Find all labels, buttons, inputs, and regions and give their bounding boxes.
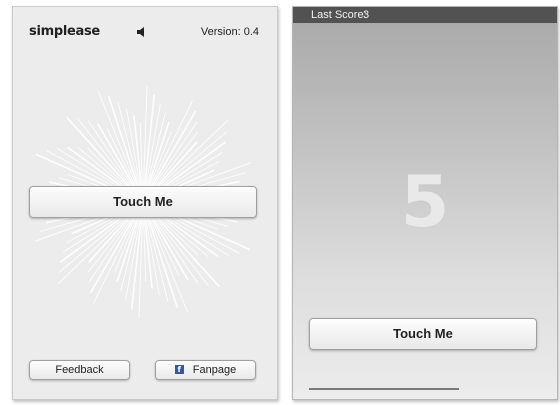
touch-me-label: Touch Me [113, 194, 173, 209]
speaker-icon[interactable] [136, 26, 148, 38]
status-bar: Last Score: 3 [293, 7, 557, 23]
feedback-label: Feedback [55, 364, 104, 376]
fanpage-button[interactable]: f Fanpage [155, 360, 256, 380]
screenshot-canvas: simplease Version: 0.4 Touch Me Feedback… [0, 0, 560, 405]
touch-me-button[interactable]: Touch Me [309, 318, 537, 350]
progress-fill [309, 388, 459, 390]
version-label: Version: 0.4 [200, 26, 259, 38]
fanpage-label: Fanpage [192, 364, 237, 376]
progress-bar [309, 388, 459, 390]
facebook-icon: f [174, 364, 184, 374]
touch-me-label: Touch Me [393, 326, 453, 341]
touch-me-button[interactable]: Touch Me [29, 186, 257, 218]
last-score-value: 3 [363, 9, 370, 21]
countdown-number: 5 [400, 161, 450, 243]
game-screen: Last Score: 3 5 Touch Me [292, 6, 558, 400]
feedback-button[interactable]: Feedback [29, 360, 130, 380]
last-score-label: Last Score: [311, 9, 367, 21]
home-screen: simplease Version: 0.4 Touch Me Feedback… [12, 6, 278, 400]
app-logo: simplease [29, 24, 100, 39]
